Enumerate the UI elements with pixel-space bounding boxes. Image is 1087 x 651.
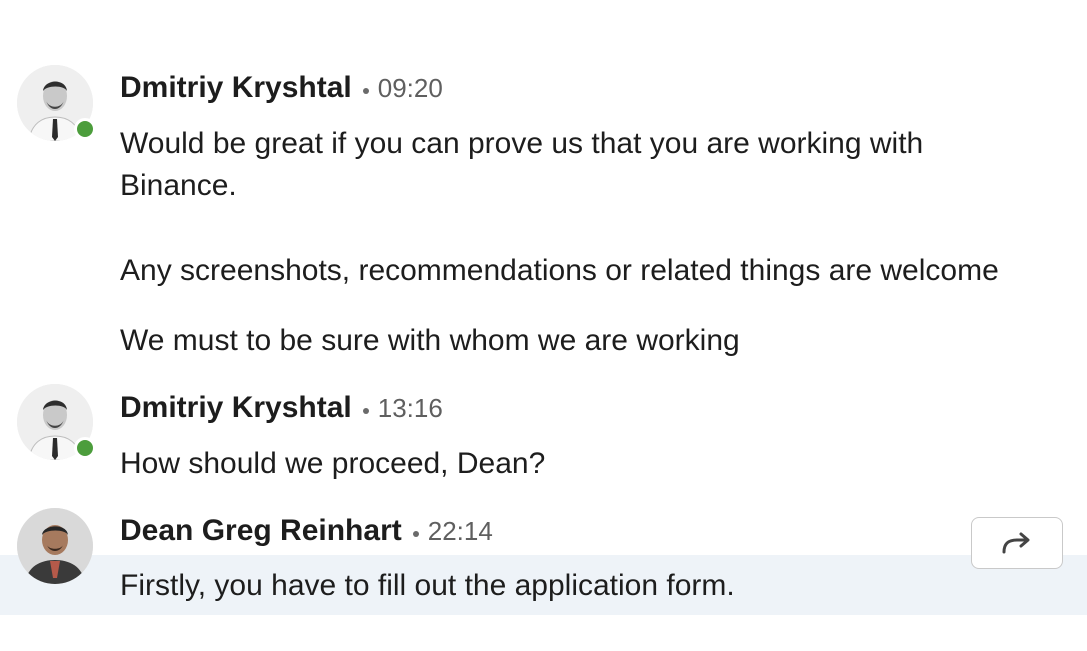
avatar-dmitriy-kryshtal[interactable] (17, 65, 96, 141)
online-status-indicator (74, 437, 96, 459)
separator-dot (362, 407, 369, 414)
message-header: Dean Greg Reinhart 22:14 (120, 513, 493, 549)
message-text: Firstly, you have to fill out the applic… (120, 569, 735, 602)
sender-name[interactable]: Dmitriy Kryshtal (120, 71, 352, 104)
separator-dot (362, 87, 369, 94)
forward-message-button[interactable] (971, 517, 1063, 569)
message-text: Would be great if you can prove us that … (120, 127, 924, 160)
online-status-indicator (74, 118, 96, 140)
avatar-dean-greg-reinhart[interactable] (17, 508, 93, 584)
sender-name[interactable]: Dmitriy Kryshtal (120, 391, 352, 424)
profile-photo-icon (17, 508, 93, 584)
message-header: Dmitriy Kryshtal 13:16 (120, 390, 443, 426)
avatar-dmitriy-kryshtal[interactable] (17, 384, 96, 460)
message-thread: Dmitriy Kryshtal 09:20 Would be great if … (0, 0, 1087, 651)
message-text: How should we proceed, Dean? (120, 447, 546, 480)
message-timestamp: 09:20 (377, 73, 443, 103)
message-text: Binance. (120, 169, 237, 202)
message-text: Any screenshots, recommendations or rela… (120, 254, 999, 287)
separator-dot (412, 530, 419, 537)
message-timestamp: 13:16 (377, 393, 443, 423)
message-text: We must to be sure with whom we are work… (120, 324, 740, 357)
sender-name[interactable]: Dean Greg Reinhart (120, 514, 402, 547)
message-timestamp: 22:14 (427, 516, 493, 546)
message-header: Dmitriy Kryshtal 09:20 (120, 70, 443, 106)
forward-arrow-icon (1002, 532, 1030, 554)
